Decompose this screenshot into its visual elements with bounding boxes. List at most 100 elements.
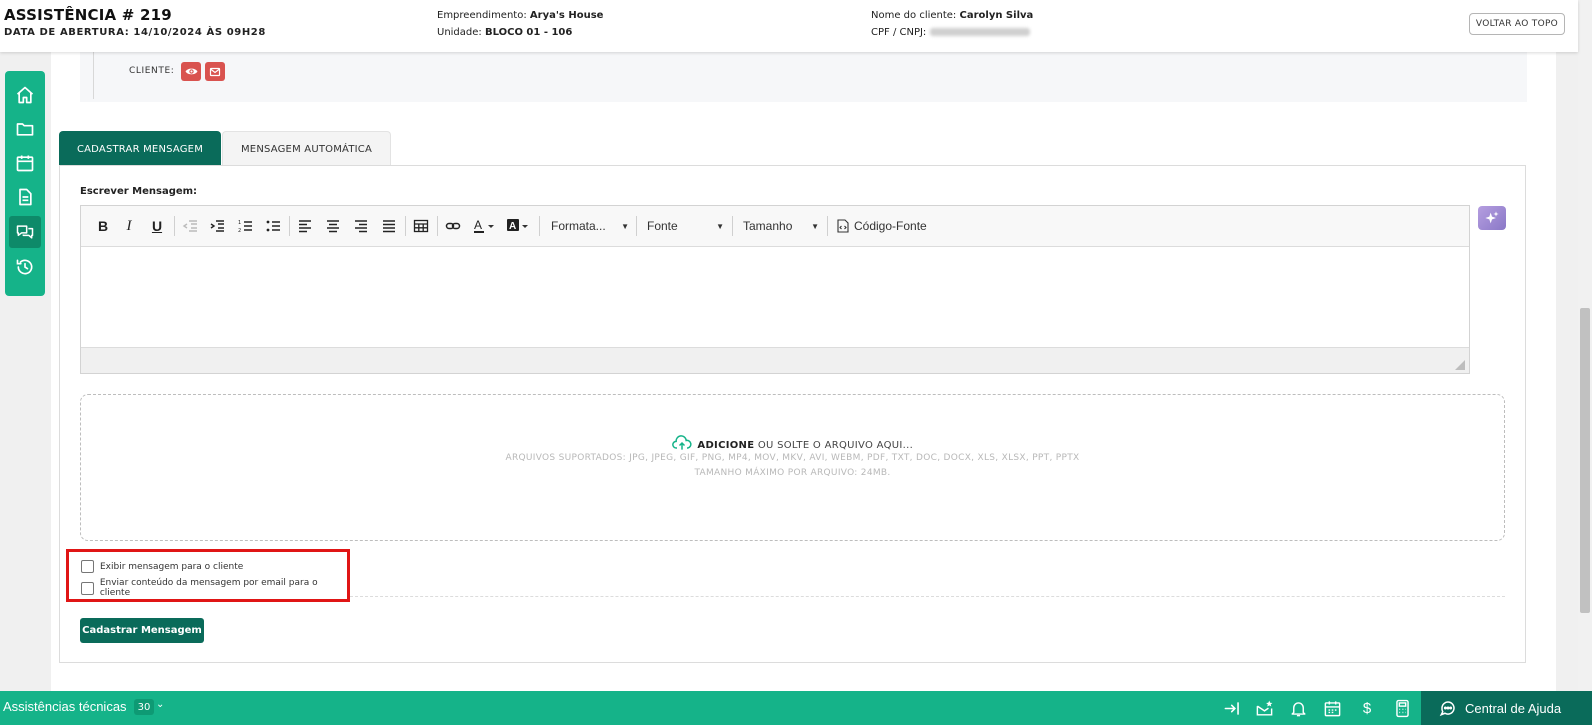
nav-history[interactable]	[9, 251, 41, 283]
background-color-icon: A	[507, 219, 528, 232]
svg-text:1: 1	[238, 220, 241, 226]
help-chat-icon	[1439, 701, 1455, 717]
email-client-button[interactable]	[205, 62, 225, 81]
email-to-client-checkbox[interactable]	[81, 581, 94, 595]
envelope-icon	[209, 67, 221, 76]
bullet-list-icon	[266, 220, 280, 232]
footer-calculator-button[interactable]	[1392, 698, 1412, 718]
underline-button[interactable]: U	[147, 216, 167, 236]
chevron-down-icon[interactable]: ⌄	[156, 699, 164, 710]
submit-message-button[interactable]: Cadastrar Mensagem	[80, 618, 204, 643]
side-nav	[5, 71, 45, 296]
footer-collapse-button[interactable]	[1222, 698, 1242, 718]
client-label: CLIENTE:	[129, 66, 175, 76]
unidade-value: BLOCO 01 - 106	[484, 27, 573, 38]
nav-calendar[interactable]	[9, 147, 41, 179]
footer-calendar-button[interactable]	[1322, 698, 1342, 718]
size-select-label: Tamanho	[743, 219, 793, 233]
nav-folder[interactable]	[9, 113, 41, 145]
format-select[interactable]: Formata... ▼	[551, 216, 629, 236]
footer-finance-button[interactable]: $	[1357, 698, 1377, 718]
size-select[interactable]: Tamanho ▼	[743, 216, 819, 236]
source-code-button[interactable]: Código-Fonte	[837, 216, 937, 236]
nav-home[interactable]	[9, 79, 41, 111]
bold-button[interactable]: B	[93, 216, 113, 236]
chat-icon	[16, 225, 34, 239]
view-client-button[interactable]	[181, 62, 201, 81]
history-icon	[16, 259, 33, 275]
font-select[interactable]: Fonte ▼	[647, 216, 724, 236]
ai-assistant-button[interactable]	[1478, 206, 1506, 230]
footer-mail-button[interactable]	[1254, 698, 1274, 718]
sparkle-icon	[1485, 211, 1499, 224]
message-form-card: Escrever Mensagem: B I U 12 A A Formata.…	[59, 165, 1526, 663]
source-code-label: Código-Fonte	[854, 219, 927, 233]
align-right-button[interactable]	[351, 216, 371, 236]
dropzone-drop-text: OU SOLTE O ARQUIVO AQUI...	[757, 440, 914, 451]
format-select-label: Formata...	[551, 219, 606, 233]
resize-handle-icon[interactable]	[1455, 360, 1465, 370]
numbered-list-button[interactable]: 12	[235, 216, 255, 236]
empreendimento-label: Empreendimento:	[437, 10, 527, 21]
svg-text:A: A	[474, 218, 482, 232]
show-to-client-option[interactable]: Exibir mensagem para o cliente	[81, 560, 243, 573]
editor-toolbar: B I U 12 A A Formata... ▼ Fonte ▼ Tamanh…	[81, 206, 1469, 247]
indent-icon	[210, 220, 224, 232]
show-to-client-label: Exibir mensagem para o cliente	[100, 561, 244, 572]
svg-text:A: A	[509, 221, 516, 232]
align-left-icon	[299, 220, 311, 233]
link-icon	[445, 222, 461, 230]
text-color-button[interactable]: A	[471, 216, 499, 236]
nav-document[interactable]	[9, 181, 41, 213]
footer-assistencias-label[interactable]: Assistências técnicas	[3, 699, 127, 714]
dropzone-supported: ARQUIVOS SUPORTADOS: JPG, JPEG, GIF, PNG…	[505, 453, 1080, 463]
project-info: Empreendimento: Arya's House Unidade: BL…	[437, 7, 603, 41]
upload-cloud-icon	[672, 435, 692, 450]
opening-date: DATA DE ABERTURA: 14/10/2024 ÀS 09H28	[4, 27, 266, 38]
rich-text-editor: B I U 12 A A Formata... ▼ Fonte ▼ Tamanh…	[80, 205, 1470, 374]
table-button[interactable]	[411, 216, 431, 236]
dropzone-prompt: ADICIONE OU SOLTE O ARQUIVO AQUI...	[81, 435, 1504, 451]
calculator-icon	[1395, 699, 1409, 717]
chevron-down-icon: ▼	[716, 221, 724, 231]
timeline-line	[93, 52, 94, 99]
eye-icon	[185, 68, 197, 75]
footer-bar: Assistências técnicas 30 ⌄ $ Central de …	[0, 691, 1592, 725]
mail-star-icon	[1256, 700, 1272, 716]
cliente-name-label: Nome do cliente:	[871, 10, 957, 21]
align-center-button[interactable]	[323, 216, 343, 236]
background-color-button[interactable]: A	[505, 216, 533, 236]
write-message-label: Escrever Mensagem:	[80, 186, 198, 197]
link-button[interactable]	[443, 216, 463, 236]
align-justify-button[interactable]	[379, 216, 399, 236]
back-to-top-button[interactable]: VOLTAR AO TOPO	[1469, 13, 1565, 35]
tab-cadastrar-mensagem[interactable]: CADASTRAR MENSAGEM	[59, 131, 221, 167]
page-header: ASSISTÊNCIA # 219 DATA DE ABERTURA: 14/1…	[0, 0, 1578, 52]
scrollbar-thumb[interactable]	[1580, 308, 1590, 613]
file-dropzone[interactable]: ADICIONE OU SOLTE O ARQUIVO AQUI... ARQU…	[80, 394, 1505, 541]
outdent-button[interactable]	[180, 216, 200, 236]
empreendimento-value: Arya's House	[529, 10, 604, 21]
align-left-button[interactable]	[295, 216, 315, 236]
table-icon	[413, 219, 429, 233]
dropzone-max-size: TAMANHO MÁXIMO POR ARQUIVO: 24MB.	[694, 468, 891, 478]
chevron-down-icon: ▼	[621, 221, 629, 231]
bullet-list-button[interactable]	[263, 216, 283, 236]
calendar-icon	[16, 155, 34, 172]
dropzone-add: ADICIONE	[697, 440, 755, 451]
help-center-button[interactable]: Central de Ajuda	[1421, 691, 1592, 725]
bell-icon	[1290, 701, 1306, 716]
footer-notifications-button[interactable]	[1288, 698, 1308, 718]
font-select-label: Fonte	[647, 219, 678, 233]
indent-button[interactable]	[207, 216, 227, 236]
cliente-name-value: Carolyn Silva	[959, 10, 1034, 21]
message-editor-area[interactable]	[81, 247, 1469, 347]
client-info: Nome do cliente: Carolyn Silva CPF / CNP…	[871, 7, 1033, 41]
tab-mensagem-automatica[interactable]: MENSAGEM AUTOMÁTICA	[222, 131, 391, 167]
italic-button[interactable]: I	[119, 216, 139, 236]
cpf-label: CPF / CNPJ:	[871, 27, 927, 38]
email-to-client-option[interactable]: Enviar conteúdo da mensagem por email pa…	[81, 578, 347, 598]
editor-statusbar	[81, 347, 1469, 373]
nav-messages[interactable]	[9, 216, 41, 248]
show-to-client-checkbox[interactable]	[81, 560, 94, 573]
